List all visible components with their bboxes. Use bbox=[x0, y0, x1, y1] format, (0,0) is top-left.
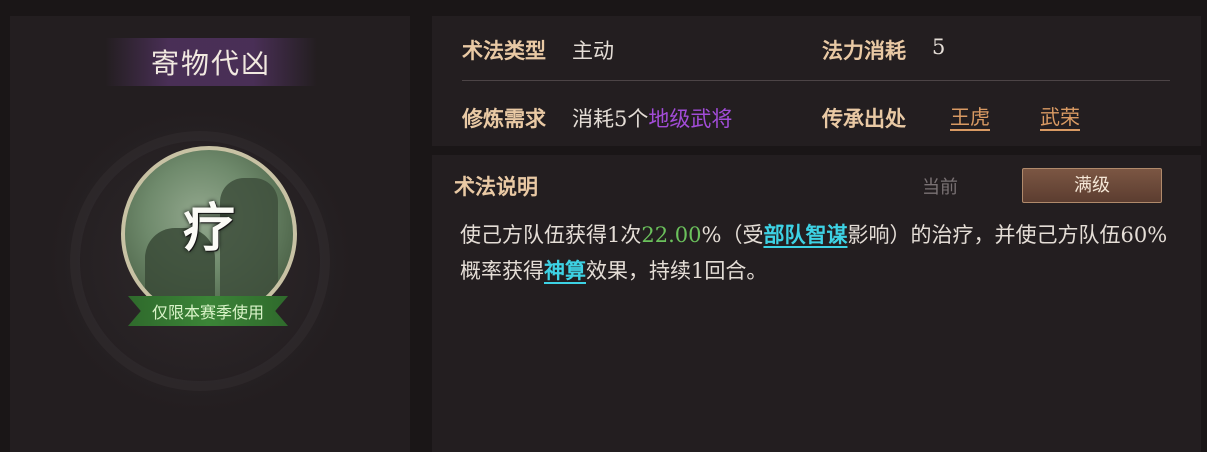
skill-title-banner: 寄物代凶 bbox=[105, 38, 317, 86]
description-title: 术法说明 bbox=[454, 174, 538, 199]
source-link-wurong[interactable]: 武荣 bbox=[1040, 101, 1080, 130]
description-panel: 术法说明 当前 满级 使己方队伍获得1次22.00%（受部队智谋影响）的治疗，并… bbox=[432, 155, 1201, 452]
cost-label: 法力消耗 bbox=[822, 38, 906, 63]
healing-tactic-icon: 疗 bbox=[121, 146, 297, 322]
description-text: 使己方队伍获得1次22.00%（受部队智谋影响）的治疗，并使己方队伍60%概率获… bbox=[460, 222, 1168, 283]
season-only-badge: 仅限本赛季使用 bbox=[128, 296, 288, 326]
skill-glyph: 疗 bbox=[182, 198, 235, 259]
source-label: 传承出处 bbox=[822, 106, 906, 131]
cost-value: 5 bbox=[932, 35, 946, 59]
info-divider bbox=[462, 80, 1170, 81]
type-value: 主动 bbox=[572, 39, 614, 63]
keyword-troop-intelligence[interactable]: 部队智谋 bbox=[763, 222, 847, 247]
skill-name: 寄物代凶 bbox=[150, 47, 271, 80]
source-link-wanghu[interactable]: 王虎 bbox=[950, 101, 990, 130]
skill-info-panel: 术法类型 主动 法力消耗 5 修炼需求 消耗5个地级武将 传承出处 王虎 武荣 bbox=[432, 16, 1201, 146]
requirement-label: 修炼需求 bbox=[462, 106, 546, 131]
heal-value: 22.00 bbox=[641, 223, 702, 247]
season-tag-label: 仅限本赛季使用 bbox=[151, 303, 264, 322]
type-label: 术法类型 bbox=[462, 38, 546, 63]
requirement-value: 消耗5个地级武将 bbox=[572, 107, 733, 131]
requirement-highlight: 地级武将 bbox=[648, 107, 733, 131]
tab-max-level[interactable]: 满级 bbox=[1022, 168, 1162, 203]
tab-current-level[interactable]: 当前 bbox=[900, 173, 980, 203]
keyword-shensuan[interactable]: 神算 bbox=[544, 258, 586, 283]
skill-card-panel: 寄物代凶 疗 仅限本赛季使用 bbox=[10, 16, 410, 452]
